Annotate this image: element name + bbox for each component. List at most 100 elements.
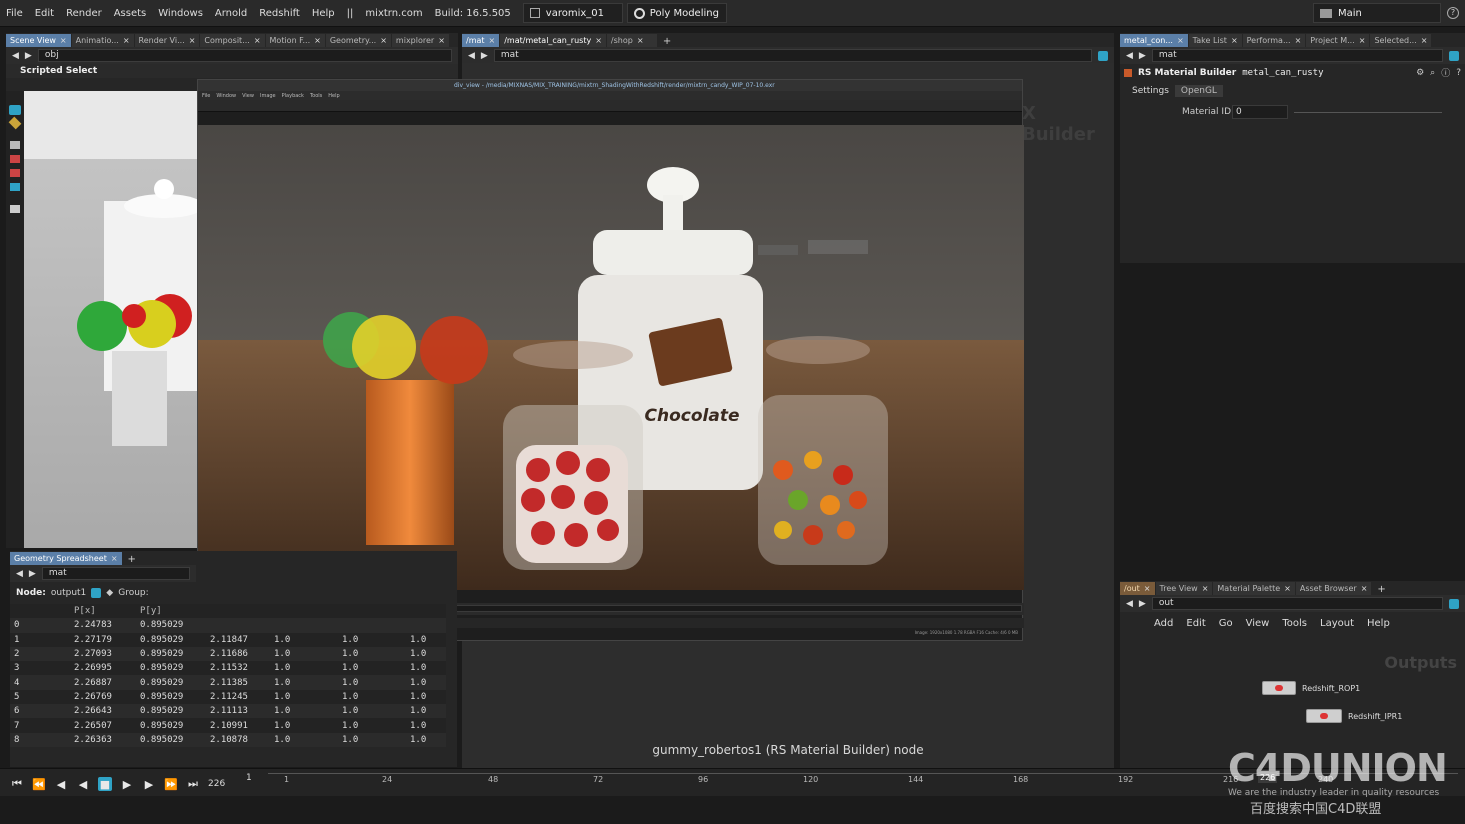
- transform-tool-icon[interactable]: [8, 116, 22, 130]
- close-icon[interactable]: ×: [123, 34, 130, 47]
- add-tab-icon[interactable]: +: [123, 554, 141, 565]
- info-icon[interactable]: ⓘ: [1441, 66, 1450, 79]
- close-icon[interactable]: ×: [1202, 582, 1209, 595]
- node-redshift-rop1[interactable]: Redshift_ROP1: [1262, 681, 1360, 695]
- out-path-field[interactable]: out: [1151, 597, 1443, 610]
- close-icon[interactable]: ×: [1359, 34, 1366, 47]
- tab-performance[interactable]: Performa... ×: [1242, 34, 1306, 47]
- table-row[interactable]: 8 2.26363 0.895029 2.10878 1.0 1.0 1.0: [10, 732, 446, 747]
- close-icon[interactable]: ×: [314, 34, 321, 47]
- close-icon[interactable]: ×: [254, 34, 261, 47]
- node-redshift-ipr1[interactable]: Redshift_IPR1: [1306, 709, 1402, 723]
- tab-take-list[interactable]: Take List ×: [1188, 34, 1242, 47]
- tab-asset-browser[interactable]: Asset Browser ×: [1295, 582, 1372, 595]
- material-id-field[interactable]: 0: [1232, 105, 1288, 119]
- tab-scene-view[interactable]: Scene View ×: [6, 34, 71, 47]
- current-frame[interactable]: 226: [208, 779, 225, 789]
- tab-metal-con[interactable]: metal_con... ×: [1120, 34, 1188, 47]
- tab-selected[interactable]: Selected... ×: [1370, 34, 1432, 47]
- tab-render-view[interactable]: Render Vi... ×: [134, 34, 200, 47]
- close-icon[interactable]: ×: [637, 34, 644, 47]
- table-row[interactable]: 5 2.26769 0.895029 2.11245 1.0 1.0 1.0: [10, 689, 446, 705]
- scene-viewport[interactable]: [24, 91, 197, 548]
- back-icon[interactable]: ◀: [12, 51, 19, 61]
- menu-redshift[interactable]: Redshift: [253, 8, 306, 19]
- handle-tool-icon[interactable]: [10, 155, 20, 163]
- tab-project-manager[interactable]: Project M... ×: [1306, 34, 1370, 47]
- table-row[interactable]: 1 2.27179 0.895029 2.11847 1.0 1.0 1.0: [10, 632, 446, 647]
- menu-arnold[interactable]: Arnold: [209, 8, 253, 19]
- close-icon[interactable]: ×: [1144, 582, 1151, 595]
- add-tab-icon[interactable]: +: [658, 36, 676, 47]
- jump-start-icon[interactable]: ⏮: [10, 777, 24, 791]
- menu-render[interactable]: Render: [60, 8, 108, 19]
- tab-geometry-spreadsheet[interactable]: Geometry Spreadsheet ×: [10, 552, 122, 565]
- table-row[interactable]: 2 2.27093 0.895029 2.11686 1.0 1.0 1.0: [10, 646, 446, 662]
- jump-end-icon[interactable]: ⏭: [186, 777, 200, 791]
- sheet-path-field[interactable]: mat: [41, 567, 190, 580]
- back-icon[interactable]: ◀: [1126, 599, 1133, 609]
- close-icon[interactable]: ×: [595, 34, 602, 47]
- mplay-menu-playback[interactable]: Playback: [282, 93, 304, 99]
- table-row[interactable]: 0 2.24783 0.895029: [10, 618, 446, 633]
- view-tool-icon[interactable]: [10, 141, 20, 149]
- close-icon[interactable]: ×: [111, 552, 118, 565]
- tab-out[interactable]: /out ×: [1120, 582, 1155, 595]
- start-frame-field[interactable]: 1: [246, 773, 266, 789]
- forward-icon[interactable]: ▶: [1139, 51, 1146, 61]
- out-menu-edit[interactable]: Edit: [1186, 618, 1205, 629]
- tab-geometry[interactable]: Geometry... ×: [325, 34, 391, 47]
- node-name[interactable]: metal_can_rusty: [1242, 68, 1323, 78]
- out-menu-help[interactable]: Help: [1367, 618, 1390, 629]
- mid-path-field[interactable]: mat: [493, 49, 1092, 62]
- close-icon[interactable]: ×: [438, 34, 445, 47]
- close-icon[interactable]: ×: [1295, 34, 1302, 47]
- gear-icon[interactable]: ⚙: [1416, 68, 1424, 78]
- back-icon[interactable]: ◀: [468, 51, 475, 61]
- out-menu-add[interactable]: Add: [1154, 618, 1173, 629]
- tab-mixplorer[interactable]: mixplorer ×: [391, 34, 449, 47]
- mplay-menu-file[interactable]: File: [202, 93, 210, 99]
- tab-mat-metal-can-rusty[interactable]: /mat/metal_can_rusty ×: [500, 34, 606, 47]
- select-tool-icon[interactable]: [9, 105, 21, 115]
- back-icon[interactable]: ◀: [16, 569, 23, 579]
- table-row[interactable]: 7 2.26507 0.895029 2.10991 1.0 1.0 1.0: [10, 718, 446, 733]
- close-icon[interactable]: ×: [380, 34, 387, 47]
- menu-file[interactable]: File: [0, 8, 29, 19]
- workspace-selector[interactable]: Main: [1313, 3, 1441, 23]
- forward-icon[interactable]: ▶: [29, 569, 36, 579]
- mplay-menu-window[interactable]: Window: [216, 93, 236, 99]
- menu-assets[interactable]: Assets: [108, 8, 153, 19]
- step-back-icon[interactable]: ◀: [54, 777, 68, 791]
- close-icon[interactable]: ×: [1284, 582, 1291, 595]
- right-path-field[interactable]: mat: [1151, 49, 1443, 62]
- stop-icon[interactable]: ■: [98, 777, 112, 791]
- points-icon[interactable]: [91, 588, 102, 598]
- snap-tool-icon[interactable]: [10, 183, 20, 191]
- mplay-toolbar[interactable]: [198, 100, 1022, 112]
- link-icon[interactable]: [1449, 50, 1459, 61]
- out-menu-layout[interactable]: Layout: [1320, 618, 1354, 629]
- mplay-menu-view[interactable]: View: [242, 93, 254, 99]
- close-icon[interactable]: ×: [1421, 34, 1428, 47]
- tab-settings[interactable]: Settings: [1126, 85, 1175, 97]
- tab-animation[interactable]: Animatio... ×: [71, 34, 134, 47]
- mplay-menu-tools[interactable]: Tools: [310, 93, 322, 99]
- pose-tool-icon[interactable]: [10, 169, 20, 177]
- close-icon[interactable]: ×: [1177, 34, 1184, 47]
- forward-icon[interactable]: ▶: [481, 51, 488, 61]
- left-path-field[interactable]: obj: [37, 49, 452, 62]
- close-icon[interactable]: ×: [60, 34, 67, 47]
- tab-mat[interactable]: /mat ×: [462, 34, 500, 47]
- add-tab-icon[interactable]: +: [1372, 584, 1390, 595]
- out-menu-view[interactable]: View: [1246, 618, 1270, 629]
- menu-help[interactable]: Help: [306, 8, 341, 19]
- close-icon[interactable]: ×: [1361, 582, 1368, 595]
- menu-edit[interactable]: Edit: [29, 8, 60, 19]
- forward-icon[interactable]: ▶: [25, 51, 32, 61]
- column-header[interactable]: P[y]: [136, 604, 206, 619]
- tab-opengl[interactable]: OpenGL: [1174, 85, 1223, 97]
- column-header[interactable]: P[x]: [70, 604, 136, 619]
- mplay-menu-help[interactable]: Help: [328, 93, 339, 99]
- tab-composite[interactable]: Composit... ×: [200, 34, 265, 47]
